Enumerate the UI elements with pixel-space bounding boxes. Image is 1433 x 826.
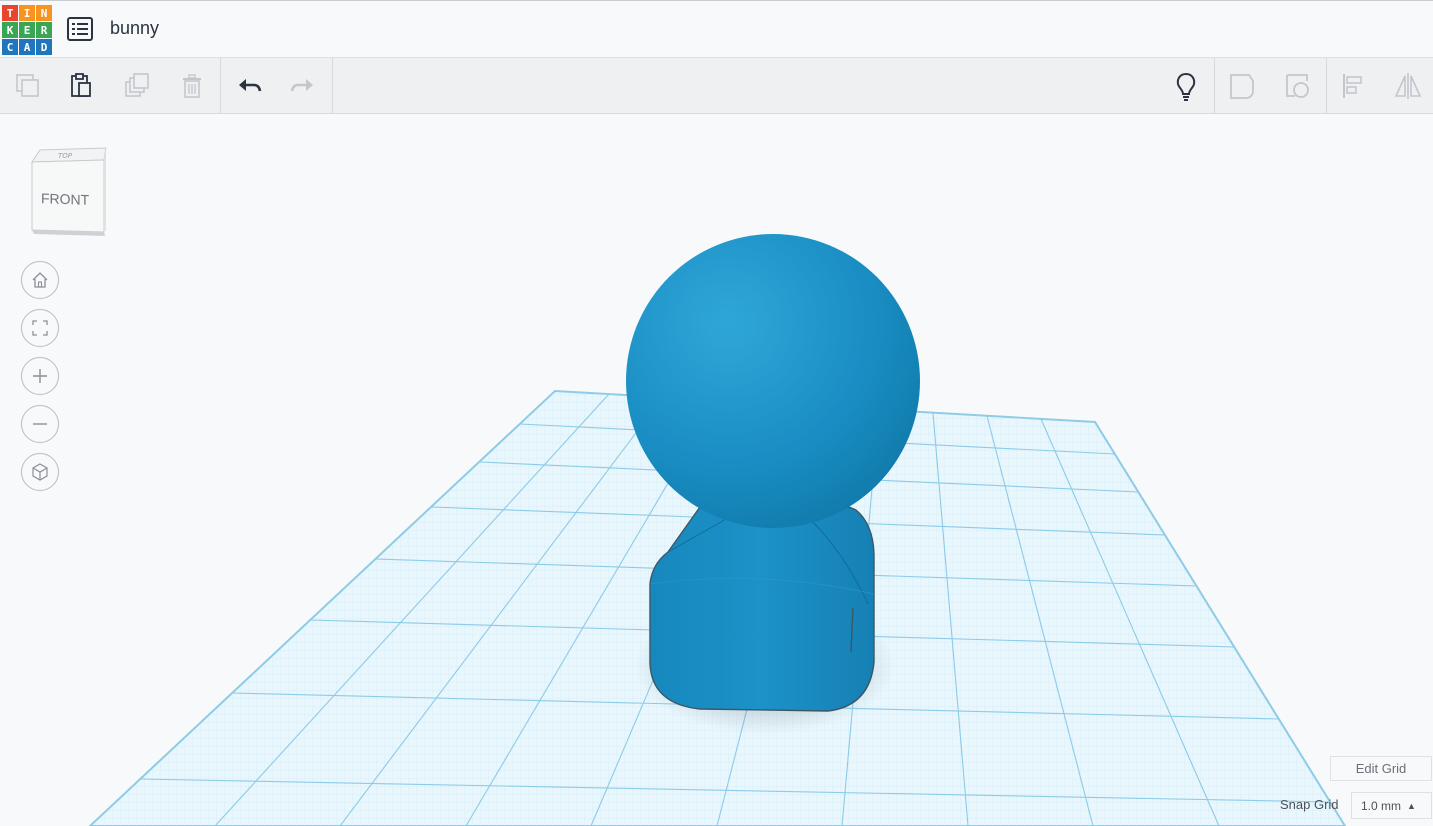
home-icon xyxy=(32,272,48,288)
snap-grid-value: 1.0 mm xyxy=(1361,798,1402,813)
edit-grid-button[interactable]: Edit Grid xyxy=(1330,756,1432,781)
logo-letter: A xyxy=(19,39,35,55)
top-bar: T I N K E R C A D bunny xyxy=(0,0,1433,58)
workplane-viewport[interactable]: TOP FRONT xyxy=(0,114,1433,826)
zoom-out-button[interactable] xyxy=(21,405,59,443)
logo-letter: T xyxy=(2,5,18,21)
mirror-button[interactable] xyxy=(1390,68,1426,104)
copy-button[interactable] xyxy=(10,68,46,104)
list-icon xyxy=(67,17,93,41)
toolbar-divider xyxy=(332,58,333,113)
zoom-in-button[interactable] xyxy=(21,357,59,395)
trash-icon xyxy=(183,74,201,98)
duplicate-icon xyxy=(125,73,149,97)
document-title[interactable]: bunny xyxy=(110,18,159,39)
redo-icon xyxy=(290,79,313,92)
logo-letter: N xyxy=(36,5,52,21)
undo-button[interactable] xyxy=(231,68,267,104)
redo-button[interactable] xyxy=(285,68,321,104)
snap-grid-select[interactable]: 1.0 mm ▲ xyxy=(1351,792,1432,819)
snap-grid-label: Snap Grid xyxy=(1280,797,1339,812)
align-icon xyxy=(1343,74,1362,98)
perspective-toggle-button[interactable] xyxy=(21,453,59,491)
mirror-icon xyxy=(1394,73,1422,99)
notes-toggle-button[interactable] xyxy=(1168,68,1204,104)
logo-letter: E xyxy=(19,22,35,38)
perspective-cube-icon xyxy=(32,463,48,481)
copy-icon xyxy=(16,74,39,97)
home-view-button[interactable] xyxy=(21,261,59,299)
toolbar-divider xyxy=(220,58,221,113)
lightbulb-icon xyxy=(1176,72,1196,101)
view-cube-top-label: TOP xyxy=(58,152,73,160)
logo-letter: I xyxy=(19,5,35,21)
paste-icon xyxy=(71,73,91,97)
toolbar-divider xyxy=(1326,58,1327,113)
zoom-out-icon xyxy=(33,423,47,425)
design-menu-button[interactable] xyxy=(66,15,94,43)
workplane-scene xyxy=(88,234,1347,826)
note-shape-icon xyxy=(1230,74,1254,99)
hole-shape-button[interactable] xyxy=(1224,68,1260,104)
view-cube[interactable]: TOP FRONT xyxy=(28,146,110,238)
visible-shape-icon xyxy=(1286,74,1309,98)
show-all-button[interactable] xyxy=(1280,68,1316,104)
delete-button[interactable] xyxy=(174,68,210,104)
tinkercad-logo[interactable]: T I N K E R C A D xyxy=(2,5,52,55)
zoom-in-icon xyxy=(33,369,47,383)
caret-up-icon: ▲ xyxy=(1407,800,1416,811)
duplicate-button[interactable] xyxy=(119,68,155,104)
logo-letter: R xyxy=(36,22,52,38)
align-button[interactable] xyxy=(1336,68,1372,104)
view-cube-front-label: FRONT xyxy=(41,190,90,208)
fit-view-button[interactable] xyxy=(21,309,59,347)
fit-view-icon xyxy=(32,320,48,336)
toolbar-divider xyxy=(1214,58,1215,113)
paste-button[interactable] xyxy=(63,68,99,104)
undo-icon xyxy=(239,79,262,92)
edit-toolbar xyxy=(0,58,1433,114)
logo-letter: D xyxy=(36,39,52,55)
logo-letter: C xyxy=(2,39,18,55)
logo-letter: K xyxy=(2,22,18,38)
sphere-shape[interactable] xyxy=(626,234,920,528)
